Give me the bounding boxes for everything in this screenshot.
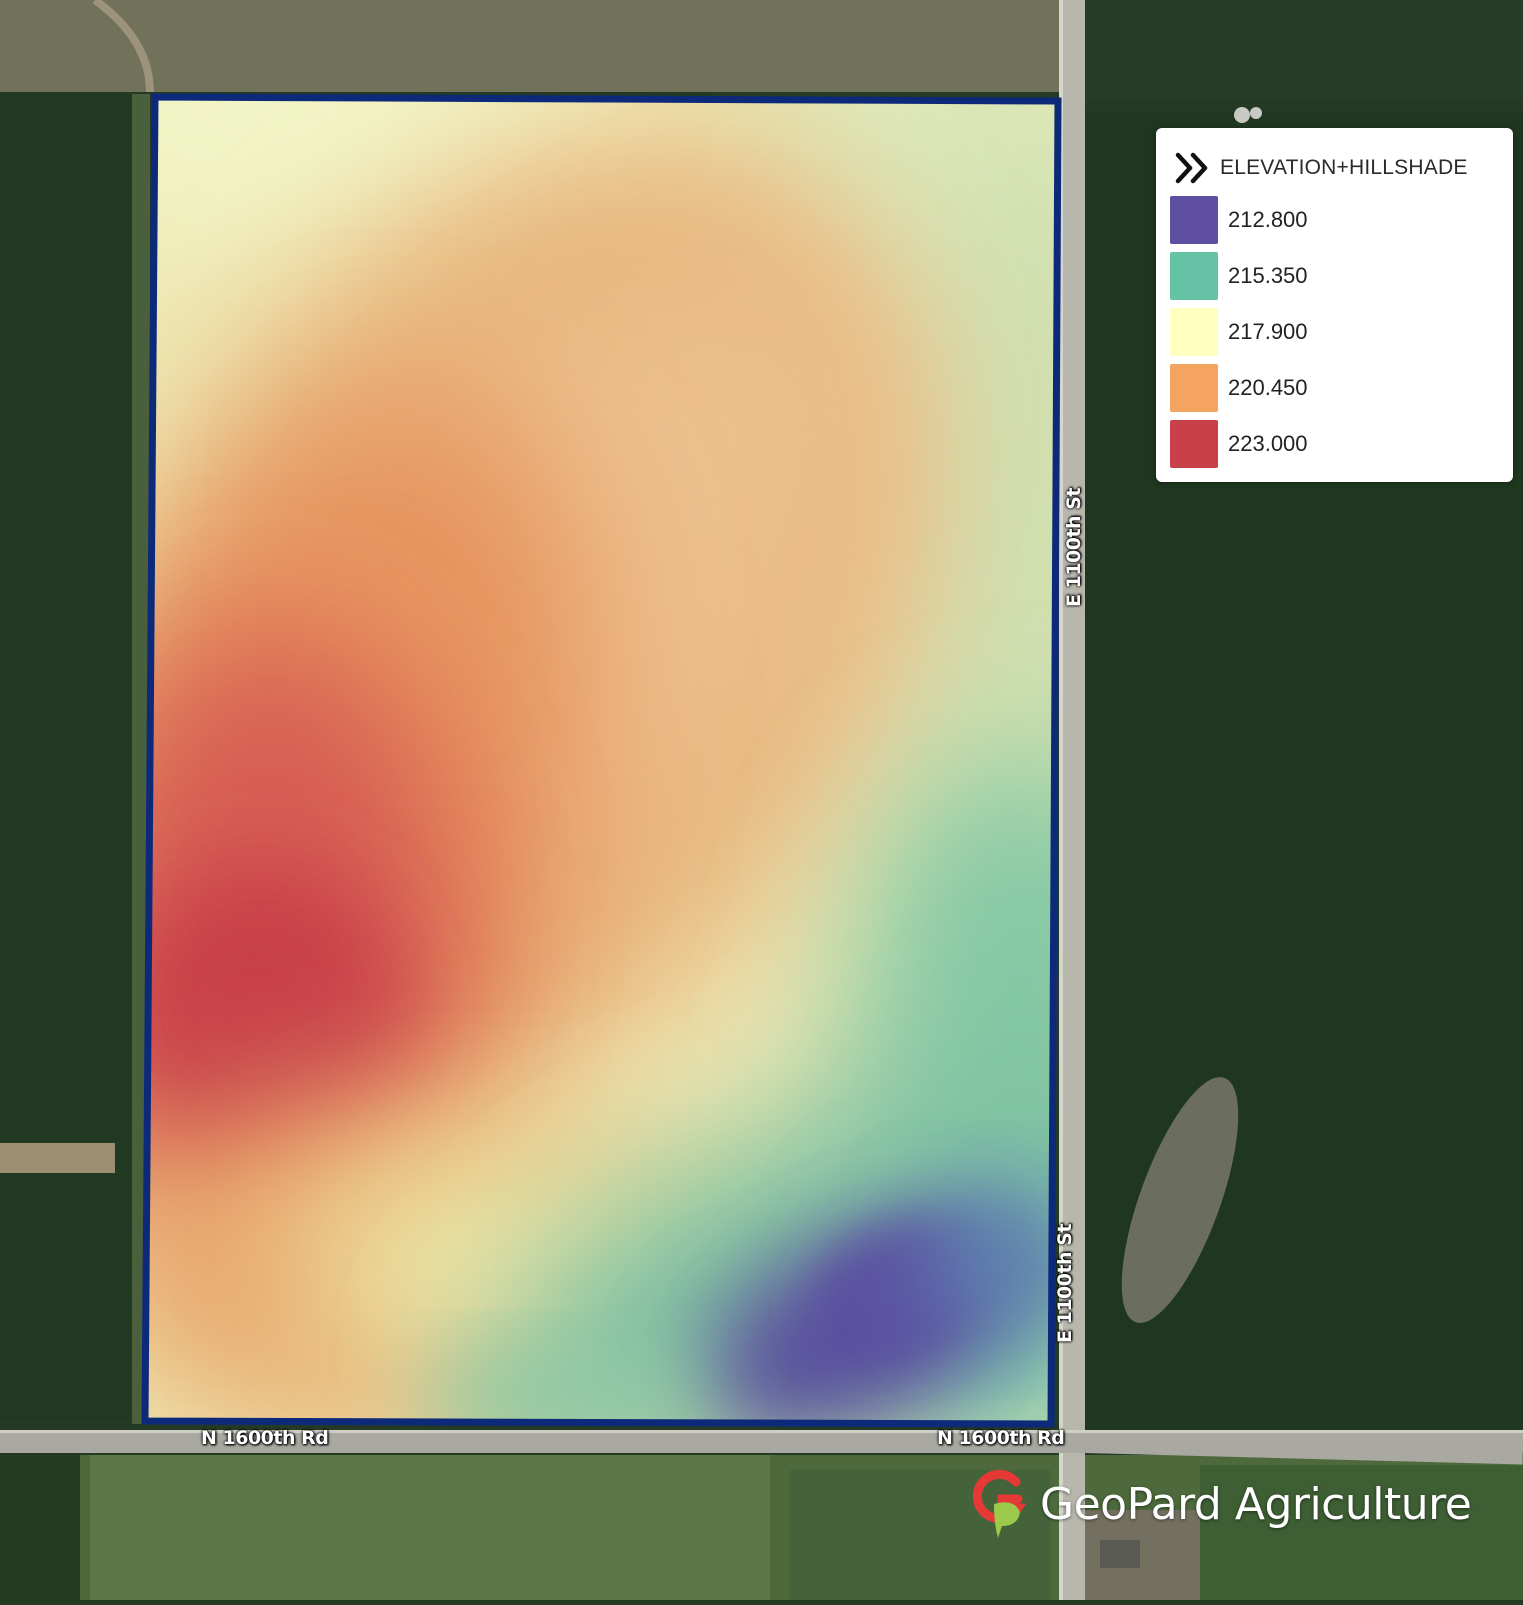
legend-item: 215.350 bbox=[1170, 252, 1308, 300]
legend-swatch bbox=[1170, 252, 1218, 300]
legend-header: ELEVATION+HILLSHADE bbox=[1174, 148, 1468, 188]
legend-value: 217.900 bbox=[1228, 319, 1308, 344]
legend-value: 215.350 bbox=[1228, 263, 1308, 288]
road-label-n1600th-right: N 1600th Rd bbox=[937, 1427, 1065, 1449]
road-label-n1600th-left: N 1600th Rd bbox=[201, 1427, 329, 1449]
legend-swatch bbox=[1170, 420, 1218, 468]
legend-title: ELEVATION+HILLSHADE bbox=[1220, 156, 1468, 179]
road-label-e1100th-upper: E 1100th St bbox=[1063, 488, 1085, 607]
legend-swatch bbox=[1170, 196, 1218, 244]
brand-name: GeoPard Agriculture bbox=[1040, 1478, 1472, 1530]
legend-swatch bbox=[1170, 364, 1218, 412]
double-chevron-right-icon[interactable] bbox=[1174, 148, 1214, 188]
road-label-e1100th-lower: E 1100th St bbox=[1054, 1224, 1076, 1343]
legend-item: 223.000 bbox=[1170, 420, 1308, 468]
legend-value: 212.800 bbox=[1228, 207, 1308, 232]
geopard-logo-icon bbox=[972, 1469, 1027, 1538]
elevation-legend: ELEVATION+HILLSHADE 212.800 215.350 217.… bbox=[1156, 128, 1513, 482]
legend-item: 220.450 bbox=[1170, 364, 1308, 412]
legend-value: 223.000 bbox=[1228, 431, 1308, 456]
legend-item: 212.800 bbox=[1170, 196, 1308, 244]
legend-value: 220.450 bbox=[1228, 375, 1308, 400]
legend-swatch bbox=[1170, 308, 1218, 356]
legend-item: 217.900 bbox=[1170, 308, 1308, 356]
brand-watermark: GeoPard Agriculture bbox=[968, 1468, 1472, 1540]
